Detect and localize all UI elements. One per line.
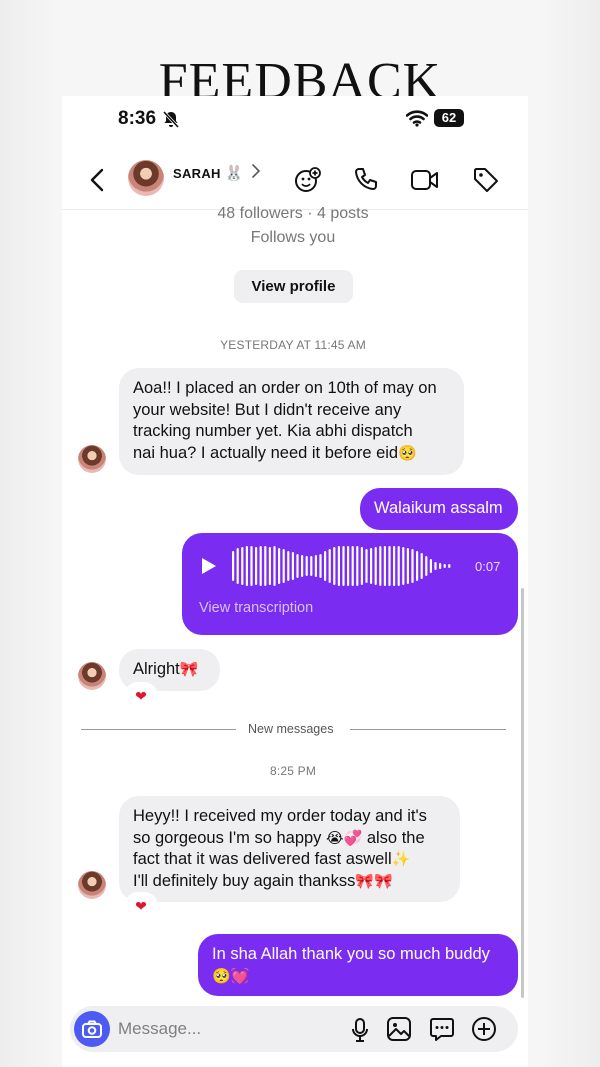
message-line: In sha Allah thank you so much buddy [212,945,490,963]
view-transcription-link[interactable]: View transcription [199,600,313,616]
message-line: your website! But I didn't receive any [133,400,402,419]
add-emoji-icon[interactable] [294,166,322,194]
divider-line-left [81,729,236,730]
ribbon-emoji: 🎀 [179,661,199,678]
ribbon-emoji: 🎀🎀 [355,872,393,890]
new-messages-divider: New messages [244,722,338,736]
heart-reaction[interactable]: ❤ [126,684,156,708]
outgoing-message-bubble[interactable]: Walaikum assalm [360,488,518,530]
message-text: Alright [133,660,180,678]
battery-level: 62 [441,110,457,125]
message-line: fact that it was delivered fast aswell✨ [133,849,446,871]
message-line: so gorgeous I'm so happy 😭💞 also the [133,828,446,850]
chevron-right-icon[interactable] [251,164,261,178]
pleading-heart-emoji: 🥺💓 [212,967,250,985]
message-text: Walaikum assalm [374,499,503,517]
incoming-message-bubble[interactable]: Heyy!! I received my order today and it'… [119,796,460,902]
view-profile-button[interactable]: View profile [234,270,353,303]
timestamp-today: 8:25 PM [269,764,317,778]
sender-avatar[interactable] [78,662,106,690]
battery-indicator: 62 [434,109,464,127]
message-input[interactable] [118,1016,338,1042]
message-line: I'll definitely buy again thankss🎀🎀 [133,871,446,893]
contact-name-text: SARAH [173,166,221,181]
outgoing-message-bubble[interactable]: In sha Allah thank you so much buddy 🥺💓 [198,934,518,996]
sticker-chat-icon[interactable] [429,1016,455,1042]
contact-name-emoji: 🐰 [224,165,244,182]
message-text: nai hua? I actually need it before eid [133,443,399,462]
tag-icon[interactable] [472,166,500,194]
camera-button[interactable] [74,1011,110,1047]
contact-avatar[interactable] [128,160,164,196]
message-text: fact that it was delivered fast aswell [133,850,392,868]
back-chevron-icon[interactable] [88,168,108,192]
crying-heart-emoji: 😭💞 [326,829,363,847]
gallery-icon[interactable] [386,1016,412,1042]
scrollbar[interactable] [521,588,524,998]
follows-you-label: Follows you [250,229,336,246]
sparkles-emoji: ✨ [391,851,411,868]
message-line: Aoa!! I placed an order on 10th of may o… [133,379,437,397]
phone-call-icon[interactable] [353,166,379,192]
followers-count: 48 followers · 4 posts [217,205,369,222]
play-icon[interactable] [200,556,218,576]
message-text: so gorgeous I'm so happy [133,828,322,847]
heart-reaction[interactable]: ❤ [126,894,156,918]
incoming-message-bubble[interactable]: Aoa!! I placed an order on 10th of may o… [119,368,464,475]
message-line: 🥺💓 [212,966,504,988]
divider-line-right [350,729,506,730]
video-call-icon[interactable] [410,168,440,192]
contact-name[interactable]: SARAH 🐰 [173,166,244,181]
camera-icon [82,1020,102,1038]
voice-note-duration: 0:07 [475,559,501,574]
message-text: also the [366,828,425,847]
message-line: nai hua? I actually need it before eid🥺 [133,443,450,465]
sender-avatar[interactable] [78,445,106,473]
message-text: I'll definitely buy again thankss [133,871,356,890]
silent-bell-icon [162,110,180,128]
pleading-emoji: 🥺 [398,444,417,462]
microphone-icon[interactable] [350,1017,370,1043]
sender-avatar[interactable] [78,871,106,899]
audio-waveform-icon [232,546,451,586]
status-time: 8:36 [118,108,157,129]
message-line: Heyy!! I received my order today and it'… [133,807,427,825]
wifi-icon [406,110,428,127]
message-line: tracking number yet. Kia abhi dispatch [133,422,413,440]
add-plus-icon[interactable] [471,1016,497,1042]
timestamp-yesterday: YESTERDAY AT 11:45 AM [220,338,366,352]
